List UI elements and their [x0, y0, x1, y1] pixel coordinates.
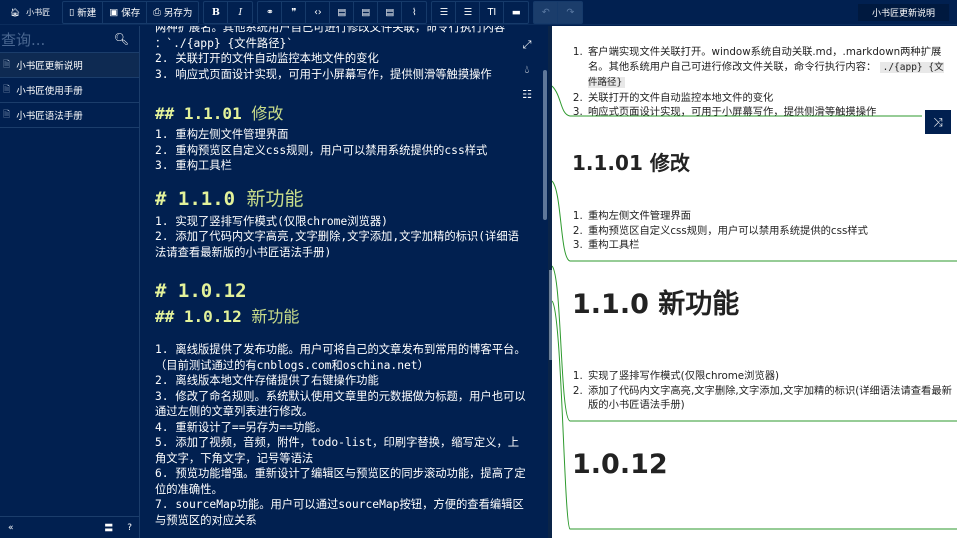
- help-button[interactable]: ?: [127, 523, 132, 533]
- search-bar[interactable]: 查询... 🔍︎: [0, 26, 139, 53]
- brand-name: 小书匠: [26, 7, 51, 17]
- home-icon: 🏠︎: [10, 7, 21, 17]
- save-label: 保存: [121, 8, 141, 19]
- editor-heading: # 1.0.12: [155, 280, 247, 302]
- image-icon[interactable]: ▤: [330, 1, 355, 23]
- editor-line: 3. 重构工具栏: [155, 159, 232, 172]
- preview-heading: 1.1.01 修改: [572, 151, 690, 175]
- editor-line: 7. sourceMap功能。用户可以通过sourceMap按钮，方便的查看编辑…: [155, 498, 524, 527]
- preview-list: 实现了竖排写作模式(仅限chrome浏览器) 添加了代码内文字高亮,文字删除,文…: [572, 369, 952, 413]
- editor-line: 2. 关联打开的文件自动监控本地文件的变化: [155, 52, 379, 65]
- audio-icon[interactable]: ▤: [378, 1, 403, 23]
- outline-list-icon[interactable]: ☷: [522, 88, 532, 101]
- sidebar-item-update-notes[interactable]: 🗎 小书匠更新说明: [0, 53, 139, 78]
- editor-line: 3. 修改了命名规则。系统默认使用文章里的元数据做为标题，用户也可以通过左侧的文…: [155, 389, 526, 419]
- save-icon: ▣: [109, 6, 119, 18]
- bold-button[interactable]: B: [204, 1, 229, 23]
- editor-side-tools: ⤢ 💧︎ ☷: [517, 38, 537, 101]
- editor-line: 2. 重构预览区自定义css规则，用户可以禁用系统提供的css样式: [155, 143, 488, 157]
- redo-icon[interactable]: ↷: [558, 2, 582, 23]
- editor-scrollbar[interactable]: [543, 70, 547, 220]
- editor-line: 2. 离线版本地文件存储提供了右键操作功能: [155, 374, 379, 387]
- preview: 客户端实现文件关联打开。window系统自动关联.md，.markdown两种扩…: [552, 26, 957, 538]
- attachment-icon[interactable]: ⌇: [402, 2, 426, 23]
- item-label: 小书匠使用手册: [16, 86, 83, 97]
- preview-heading: 1.0.12: [572, 449, 668, 480]
- search-input[interactable]: 查询...: [1, 29, 45, 50]
- sidebar-item-user-manual[interactable]: 🗎 小书匠使用手册: [0, 78, 139, 103]
- editor-line: 3. 响应式页面设计实现，可用于小屏幕写作，提供侧滑等触摸操作: [155, 67, 492, 81]
- undo-icon[interactable]: ↶: [534, 1, 559, 23]
- preview-list: 客户端实现文件关联打开。window系统自动关联.md，.markdown两种扩…: [572, 45, 952, 120]
- editor-heading: ## 1.1.01 修改: [155, 104, 284, 123]
- save-as-label: 另存为: [163, 8, 193, 19]
- menu-button[interactable]: 〓: [104, 521, 113, 534]
- editor-heading: # 1.1.0 新功能: [155, 187, 304, 210]
- editor-line: 6. 预览功能增强。重新设计了编辑区与预览区的同步滚动功能，提高了定位的准确性。: [155, 467, 526, 496]
- document-title-button[interactable]: 小书匠更新说明: [857, 4, 949, 21]
- insert-group: ⚭ ❞ ‹› ▤ ▤ ▤ ⌇: [257, 0, 428, 24]
- editor-line: 1. 离线版提供了发布功能。用户可将自己的文章发布到常用的博客平台。（目前测试通…: [155, 343, 526, 372]
- unordered-list-icon[interactable]: ☰: [456, 1, 481, 23]
- preview-list: 重构左侧文件管理界面 重构预览区自定义css规则，用户可以禁用系统提供的css样…: [572, 209, 952, 253]
- preview-list-item: 客户端实现文件关联打开。window系统自动关联.md，.markdown两种扩…: [586, 45, 952, 91]
- italic-button[interactable]: I: [228, 2, 252, 23]
- preview-list-item: 重构工具栏: [586, 238, 952, 253]
- hr-icon[interactable]: ▬: [504, 2, 528, 23]
- preview-list-item: 添加了代码内文字高亮,文字删除,文字添加,文字加精的标识(详细语法请查看最新版的…: [586, 384, 952, 413]
- ordered-list-icon[interactable]: ☰: [432, 1, 457, 23]
- preview-list-item: 重构左侧文件管理界面: [586, 209, 952, 224]
- search-icon[interactable]: 🔍︎: [114, 32, 129, 46]
- save-button[interactable]: ▣ 保存: [103, 1, 148, 23]
- editor-line: 1. 重构左侧文件管理界面: [155, 128, 289, 141]
- video-icon[interactable]: ▤: [354, 1, 379, 23]
- new-button[interactable]: ▯ 新建: [63, 1, 104, 23]
- file-icon: ▯: [69, 6, 75, 18]
- preview-heading: 1.1.0 新功能: [572, 289, 740, 320]
- theme-drop-icon[interactable]: 💧︎: [525, 63, 529, 77]
- editor-line: 两种扩展名。其他系统用户自己可进行修改文件关联，命令行执行内容: [155, 26, 506, 34]
- format-group: B I: [203, 0, 254, 24]
- file-icon: 🗎: [3, 85, 11, 95]
- file-group: ▯ 新建 ▣ 保存 ⎙ 另存为: [62, 0, 200, 24]
- toolbar: 🏠︎ 小书匠 ▯ 新建 ▣ 保存 ⎙ 另存为 B I ⚭ ❞ ‹› ▤ ▤ ▤ ⌇ ☰ …: [0, 0, 957, 25]
- editor-line: 1. 实现了竖排写作模式(仅限chrome浏览器): [155, 214, 388, 228]
- sidebar-footer: « 〓 ?: [0, 516, 140, 538]
- sidebar-item-syntax-manual[interactable]: 🗎 小书匠语法手册: [0, 103, 139, 128]
- link-icon[interactable]: ⚭: [258, 1, 283, 23]
- preview-list-item: 重构预览区自定义css规则，用户可以禁用系统提供的css样式: [586, 224, 952, 239]
- print-icon: ⎙: [153, 6, 161, 18]
- editor-line: 5. 添加了视频，音频，附件，todo-list，印刷字替换，缩写定义，上角文字…: [155, 436, 520, 465]
- editor-line: ：`./{app} {文件路径}`: [155, 36, 294, 50]
- item-label: 小书匠语法手册: [16, 111, 83, 122]
- collapse-button[interactable]: «: [8, 523, 14, 533]
- preview-list-item: 实现了竖排写作模式(仅限chrome浏览器): [586, 369, 952, 384]
- item-label: 小书匠更新说明: [16, 61, 83, 72]
- heading-icon[interactable]: TI: [480, 1, 505, 23]
- sourcemap-line: [552, 300, 957, 530]
- new-label: 新建: [77, 8, 97, 19]
- file-icon: 🗎: [3, 60, 11, 70]
- save-as-button[interactable]: ⎙ 另存为: [147, 2, 198, 23]
- sidebar: 查询... 🔍︎ 🗎 小书匠更新说明 🗎 小书匠使用手册 🗎 小书匠语法手册 « 〓 …: [0, 26, 140, 538]
- sourcemap-toggle-button[interactable]: ⤨: [925, 110, 951, 134]
- editor-content[interactable]: 两种扩展名。其他系统用户自己可进行修改文件关联，命令行执行内容 ：`./{app…: [155, 26, 530, 528]
- preview-list-item: 关联打开的文件自动监控本地文件的变化: [586, 91, 952, 106]
- editor-heading: ## 1.0.12 新功能: [155, 307, 300, 326]
- history-group: ↶ ↷: [533, 0, 584, 24]
- file-icon: 🗎: [3, 110, 11, 120]
- list-group: ☰ ☰ TI ▬: [431, 0, 530, 24]
- editor[interactable]: 两种扩展名。其他系统用户自己可进行修改文件关联，命令行执行内容 ：`./{app…: [141, 26, 548, 538]
- editor-line: 4. 重新设计了==另存为==功能。: [155, 420, 327, 434]
- preview-list-item: 响应式页面设计实现，可用于小屏幕写作，提供侧滑等触摸操作: [586, 105, 952, 120]
- editor-line: 2. 添加了代码内文字高亮,文字删除,文字添加,文字加精的标识(详细语法请查看最…: [155, 230, 519, 259]
- fullscreen-icon[interactable]: ⤢: [523, 38, 532, 52]
- quote-icon[interactable]: ❞: [282, 1, 307, 23]
- brand[interactable]: 🏠︎ 小书匠: [0, 7, 62, 18]
- code-icon[interactable]: ‹›: [306, 1, 331, 23]
